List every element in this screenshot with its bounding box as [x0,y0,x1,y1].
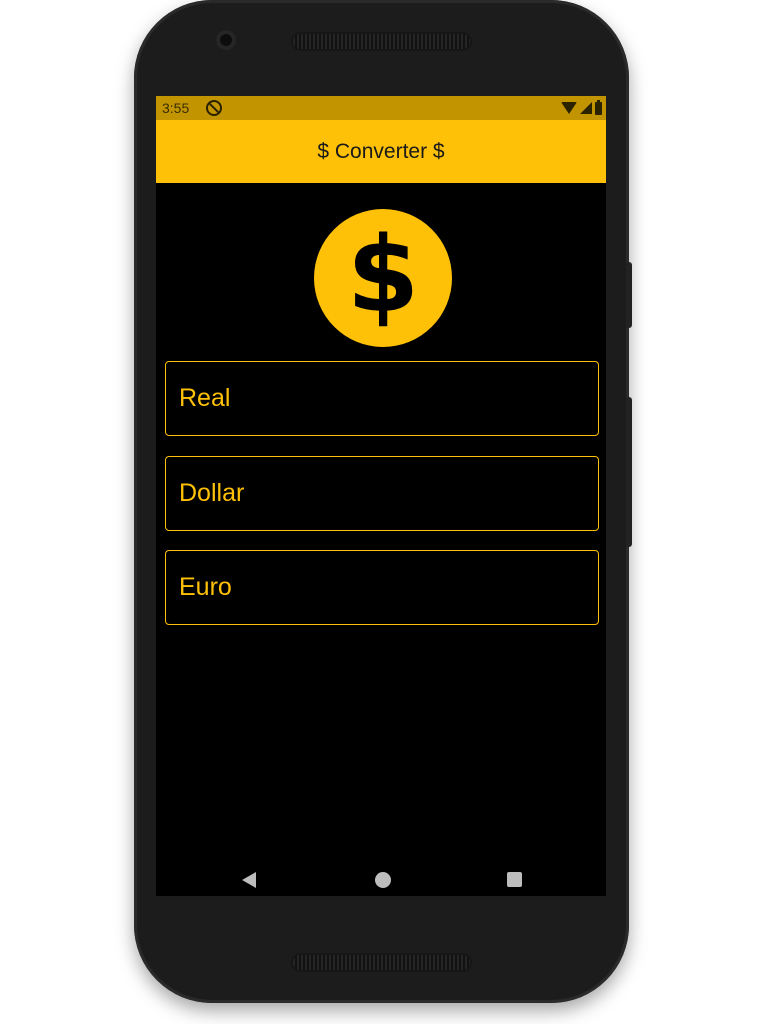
euro-field-label: Euro [179,573,232,601]
signal-icon [580,102,592,114]
real-field-label: Real [179,384,231,412]
dollar-coin-icon: $ [314,209,452,347]
battery-icon [595,99,602,115]
front-camera [216,30,236,50]
dollar-input-field[interactable]: Dollar [165,456,599,531]
euro-input-field[interactable]: Euro [165,550,599,625]
dollar-field-label: Dollar [179,479,245,507]
app-bar: $ Converter $ [156,120,606,183]
do-not-disturb-icon [206,100,222,116]
navigation-bar [156,864,606,896]
phone-screen: 3:55 $ Converter $ $ Real Dollar Euro [156,96,606,896]
real-input-field[interactable]: Real [165,361,599,436]
power-button [626,262,632,328]
svg-text:$: $ [347,214,419,336]
wifi-icon [561,102,577,114]
volume-button [626,397,632,547]
app-title: $ Converter $ [317,139,445,163]
status-bar: 3:55 [156,96,606,120]
bottom-speaker-grille [291,953,472,972]
recents-icon[interactable] [507,872,522,887]
back-icon[interactable] [242,872,256,888]
top-speaker-grille [291,32,472,51]
home-icon[interactable] [375,872,391,888]
status-time: 3:55 [162,100,190,116]
status-icons [561,99,602,116]
